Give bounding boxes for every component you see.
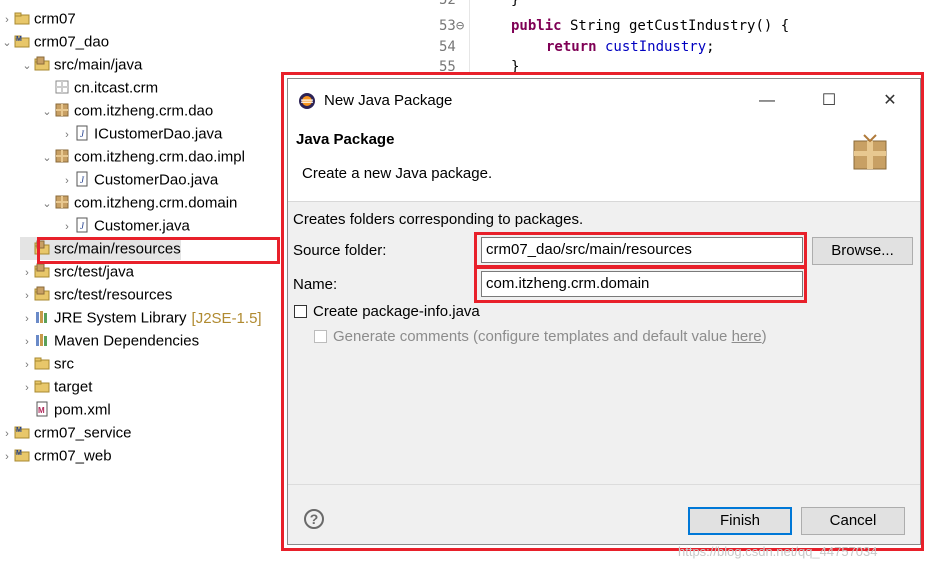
tree-item-label: ICustomerDao.java [94, 125, 223, 143]
tree-item[interactable]: ⌄ com.itzheng.crm.domain [40, 191, 237, 214]
package-icon [54, 194, 70, 210]
tree-item[interactable]: › src/test/resources [20, 283, 172, 306]
folder-icon [34, 355, 50, 371]
expand-arrow-icon[interactable]: ⌄ [20, 55, 34, 78]
library-icon [34, 309, 50, 325]
tree-item[interactable]: › target [20, 375, 92, 398]
tree-item-label: crm07_web [34, 447, 112, 465]
collapse-arrow-icon[interactable]: › [20, 354, 34, 377]
tree-item-label: CustomerDao.java [94, 171, 219, 189]
tree-item[interactable]: › crm07 [0, 7, 76, 30]
source-folder-icon [34, 56, 50, 72]
collapse-arrow-icon[interactable]: › [0, 9, 14, 32]
tree-item-label: JRE System Library [54, 309, 187, 327]
code-line: return custIndustry; [546, 39, 715, 55]
source-folder-icon [34, 286, 50, 302]
annotation-dialog-box [281, 72, 924, 551]
field-ref: custIndustry [596, 39, 707, 55]
tree-item[interactable]: › J CustomerDao.java [60, 168, 218, 191]
tree-item-label: crm07_service [34, 424, 132, 442]
code-line: } [511, 0, 520, 8]
collapse-arrow-icon[interactable]: › [20, 377, 34, 400]
tree-item[interactable]: cn.itcast.crm [40, 76, 158, 99]
tree-item[interactable]: › Mcrm07_service [0, 421, 132, 446]
collapse-arrow-icon[interactable]: › [0, 423, 14, 446]
tree-item-label: pom.xml [54, 401, 111, 419]
package-icon [54, 148, 70, 164]
collapse-arrow-icon[interactable]: › [60, 216, 74, 239]
code-editor[interactable]: 52 53⊖ 54 55 } public String getCustIndu… [425, 0, 939, 75]
annotation-name-box [474, 266, 807, 303]
collapse-arrow-icon[interactable]: › [20, 331, 34, 354]
annotation-resources-box [37, 237, 280, 264]
keyword: return [546, 39, 597, 55]
tree-item-label: Maven Dependencies [54, 332, 200, 350]
tree-item[interactable]: ⌄ com.itzheng.crm.dao [40, 99, 213, 122]
java-file-icon: J [74, 125, 90, 141]
java-file-icon: J [74, 171, 90, 187]
folder-icon [34, 378, 50, 394]
tree-item-label: src/main/java [54, 56, 143, 74]
watermark: https://blog.csdn.net/qq_44757034 [678, 544, 878, 559]
expand-arrow-icon[interactable]: ⌄ [40, 147, 54, 170]
tree-item-label: com.itzheng.crm.dao [74, 102, 214, 120]
tree-item[interactable]: ⌄ Mcrm07_dao [0, 30, 109, 53]
svg-text:M: M [38, 406, 45, 415]
project-explorer: › crm07 ⌄ Mcrm07_dao ⌄ src/main/java cn.itcast… [0, 0, 285, 572]
line-number: 52 [439, 0, 456, 8]
collapse-arrow-icon[interactable]: › [20, 308, 34, 331]
tree-item-label: com.itzheng.crm.domain [74, 194, 238, 212]
tree-item[interactable]: Mpom.xml [20, 398, 111, 421]
tree-item-suffix: [J2SE-1.5] [191, 309, 262, 327]
maven-project-icon: M [14, 424, 30, 440]
source-folder-icon [34, 263, 50, 279]
svg-text:M: M [16, 450, 22, 457]
code-line: public String getCustIndustry() { [511, 18, 789, 34]
tree-item[interactable]: ⌄ com.itzheng.crm.dao.impl [40, 145, 245, 168]
tree-item[interactable]: › J ICustomerDao.java [60, 122, 222, 145]
annotation-source-folder-box [474, 232, 807, 268]
tree-item[interactable]: › J Customer.java [60, 214, 190, 237]
package-icon [54, 102, 70, 118]
tree-item-label: crm07_dao [34, 33, 110, 51]
project-icon [14, 10, 30, 26]
svg-text:M: M [16, 36, 22, 43]
tree-item-label: target [54, 378, 93, 396]
tree-item-label: src [54, 355, 74, 373]
tree-item[interactable]: ⌄ src/main/java [20, 53, 142, 76]
tree-item-label: src/test/java [54, 263, 135, 281]
tree-item-label: cn.itcast.crm [74, 79, 159, 97]
collapse-arrow-icon[interactable]: › [60, 124, 74, 147]
expand-arrow-icon[interactable]: ⌄ [40, 101, 54, 124]
collapse-arrow-icon[interactable]: › [20, 285, 34, 308]
expand-arrow-icon[interactable]: ⌄ [0, 32, 14, 55]
code-text: String getCustIndustry() { [561, 18, 790, 34]
maven-project-icon: M [14, 447, 30, 463]
library-icon [34, 332, 50, 348]
collapse-arrow-icon[interactable]: › [0, 446, 14, 469]
code-text: ; [706, 39, 715, 55]
tree-item-label: src/test/resources [54, 286, 173, 304]
tree-item-label: crm07 [34, 10, 76, 28]
pom-file-icon: M [34, 401, 50, 417]
line-number: 54 [439, 39, 456, 55]
expand-arrow-icon[interactable]: ⌄ [40, 193, 54, 216]
svg-text:M: M [16, 427, 22, 434]
line-number-gutter: 52 53⊖ 54 55 [425, 0, 470, 75]
tree-item[interactable]: › Mcrm07_web [0, 444, 112, 469]
tree-item-label: Customer.java [94, 217, 190, 235]
maven-project-icon: M [14, 33, 30, 49]
tree-item[interactable]: › src [20, 352, 74, 375]
tree-item[interactable]: › JRE System Library [J2SE-1.5] [20, 306, 262, 331]
collapse-arrow-icon[interactable]: › [20, 262, 34, 285]
collapse-arrow-icon[interactable]: › [60, 170, 74, 193]
package-empty-icon [54, 79, 70, 95]
tree-item-label: com.itzheng.crm.dao.impl [74, 148, 245, 166]
line-number: 53⊖ [439, 18, 465, 34]
tree-item[interactable]: › Maven Dependencies [20, 329, 199, 352]
keyword: public [511, 18, 562, 34]
java-file-icon: J [74, 217, 90, 233]
